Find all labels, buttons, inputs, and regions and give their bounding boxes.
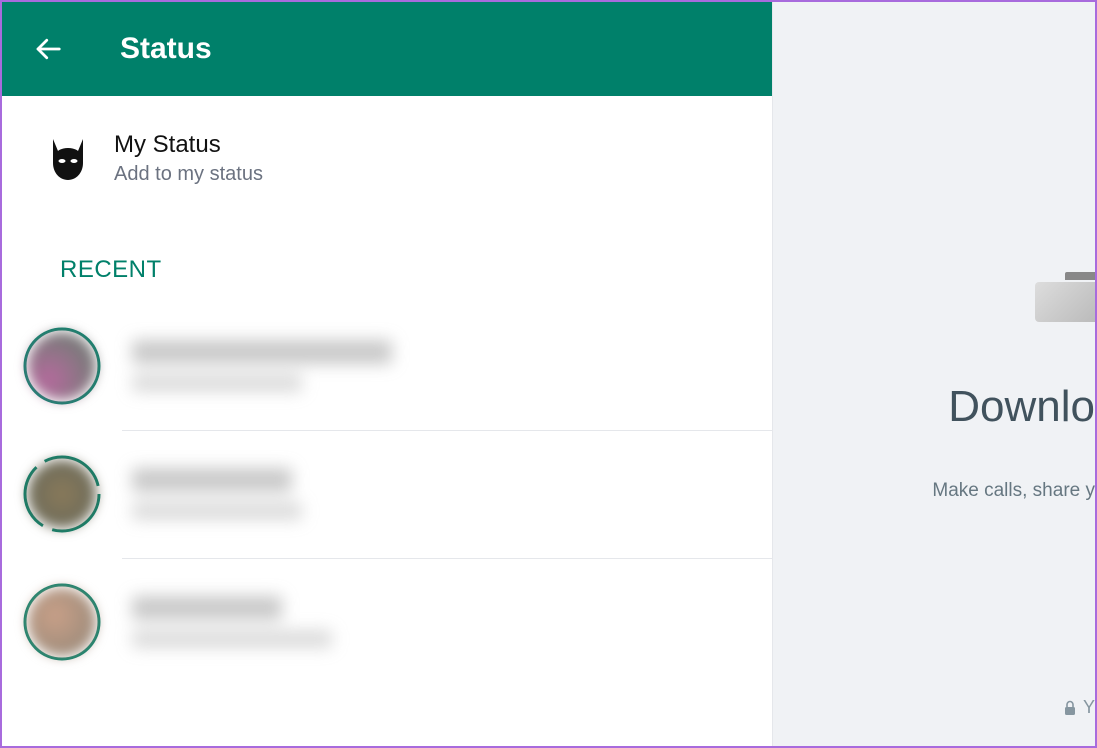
page-title: Status	[120, 32, 212, 66]
promo-subtitle: Make calls, share y	[932, 480, 1095, 502]
content-panel: Downlo Make calls, share y Y	[772, 2, 1095, 746]
status-item[interactable]	[2, 430, 772, 558]
contact-avatar	[28, 588, 96, 656]
status-avatar-ring	[22, 326, 102, 406]
status-text-redacted	[132, 468, 302, 520]
my-status-text: My Status Add to my status	[114, 131, 263, 186]
status-avatar-ring	[22, 582, 102, 662]
status-text-redacted	[132, 596, 332, 648]
status-item[interactable]	[2, 558, 772, 686]
encryption-text: Y	[1083, 697, 1095, 718]
promo-title: Downlo	[948, 382, 1095, 432]
promo-laptop-icon	[1035, 282, 1095, 322]
lock-icon	[1063, 700, 1077, 716]
my-status-subtitle: Add to my status	[114, 163, 263, 186]
contact-avatar	[28, 332, 96, 400]
back-arrow-icon	[33, 34, 63, 64]
my-status-row[interactable]: My Status Add to my status	[2, 96, 772, 216]
recent-section-header: RECENT	[2, 216, 772, 302]
status-avatar-ring	[22, 454, 102, 534]
status-item[interactable]	[2, 302, 772, 430]
my-status-title: My Status	[114, 131, 263, 159]
status-text-redacted	[132, 340, 392, 392]
back-button[interactable]	[26, 27, 70, 71]
status-panel: Status My Status Add to my status RECENT	[2, 2, 772, 746]
header-bar: Status	[2, 2, 772, 96]
status-list	[2, 302, 772, 686]
encryption-notice: Y	[1063, 697, 1095, 718]
my-status-avatar	[48, 137, 88, 181]
contact-avatar	[28, 460, 96, 528]
batman-avatar-icon	[49, 137, 87, 181]
